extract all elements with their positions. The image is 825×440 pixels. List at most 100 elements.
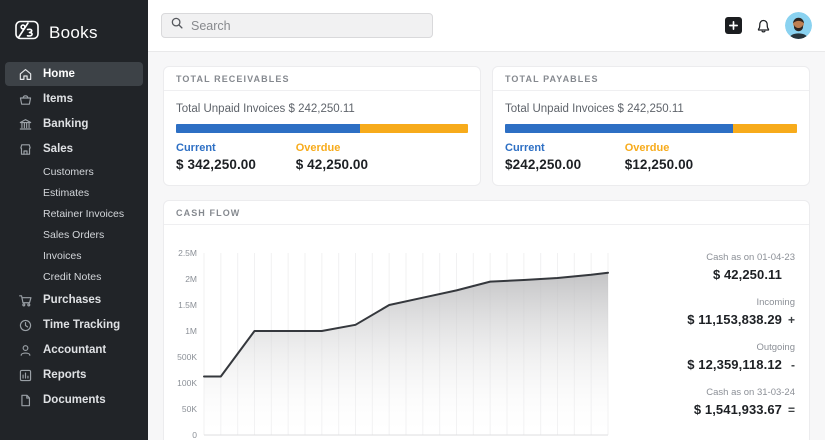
sidebar-nav: Home Items Banking Sales Customers Estimates R… [0,62,148,412]
quick-add-button[interactable] [725,17,742,34]
stat-operator: = [782,403,795,417]
bell-icon [755,17,772,34]
user-avatar[interactable] [785,12,812,39]
store-icon [17,142,33,157]
svg-text:2M: 2M [185,274,197,284]
sidebar-item-label: Credit Notes [43,271,101,283]
stat-label: Outgoing [756,342,795,353]
receivables-card-title: TOTAL RECEIVABLES [164,67,480,91]
receivables-current-label: Current [176,142,296,154]
total-payables-card: TOTAL PAYABLES Total Unpaid Invoices $ 2… [492,66,810,186]
svg-text:2.5M: 2.5M [178,248,197,258]
sidebar-item-credit-notes[interactable]: Credit Notes [0,267,148,288]
sidebar-item-accountant[interactable]: Accountant [5,338,143,362]
payables-current-segment [505,124,733,133]
stat-value: $ 11,153,838.29 [687,312,782,327]
app-logo[interactable]: Books [0,13,148,62]
sidebar-item-label: Home [43,68,75,80]
svg-text:500K: 500K [177,352,197,362]
svg-text:100K: 100K [177,378,197,388]
sidebar-item-label: Items [43,93,73,105]
receivables-overdue-segment [360,124,468,133]
payables-subtitle: Total Unpaid Invoices $ 242,250.11 [505,103,797,115]
sidebar-item-label: Customers [43,166,94,178]
payables-overdue-segment [733,124,797,133]
sidebar-item-time-tracking[interactable]: Time Tracking [5,313,143,337]
sidebar-item-label: Accountant [43,344,106,356]
sidebar-item-label: Documents [43,394,106,406]
person-icon [17,343,33,358]
dashboard-content: TOTAL RECEIVABLES Total Unpaid Invoices … [148,52,825,440]
sidebar-item-retainer-invoices[interactable]: Retainer Invoices [0,204,148,225]
sidebar-item-estimates[interactable]: Estimates [0,183,148,204]
sidebar-item-invoices[interactable]: Invoices [0,246,148,267]
cash-flow-stat-row: Cash as on 31-03-24 $ 1,541,933.67= [694,387,795,417]
sidebar-item-purchases[interactable]: Purchases [5,288,143,312]
stat-value: $ 1,541,933.67 [694,402,782,417]
receivables-overdue-value: $ 42,250.00 [296,157,368,172]
cash-flow-stat-row: Cash as on 01-04-23 $ 42,250.11 [706,252,795,282]
topbar-actions [725,12,812,39]
home-icon [17,67,33,82]
cash-flow-chart-wrap: 050K100K500K1M1.5M2M2.5MAPRMAYJUNJULAUGS… [164,225,613,440]
sidebar-item-sales[interactable]: Sales [5,137,143,161]
cart-icon [17,293,33,308]
cash-flow-stats: Cash as on 01-04-23 $ 42,250.11 Incoming $ … [613,225,809,440]
app-window: Books Home Items Banking Sales Customers Esti… [0,0,825,440]
notifications-button[interactable] [755,17,772,34]
plus-icon [728,20,739,31]
search-input[interactable] [191,19,424,33]
payables-overdue-label: Overdue [625,142,694,154]
svg-text:1.5M: 1.5M [178,300,197,310]
sidebar-item-home[interactable]: Home [5,62,143,86]
bank-icon [17,117,33,132]
sidebar-item-label: Retainer Invoices [43,208,124,220]
payables-overdue-value: $12,250.00 [625,157,694,172]
summary-cards-row: TOTAL RECEIVABLES Total Unpaid Invoices … [163,66,810,186]
payables-progress-bar [505,124,797,133]
sidebar-item-label: Invoices [43,250,82,262]
main-area: TOTAL RECEIVABLES Total Unpaid Invoices … [148,0,825,440]
sidebar-item-label: Purchases [43,294,101,306]
sidebar-item-label: Estimates [43,187,89,199]
sidebar-item-banking[interactable]: Banking [5,112,143,136]
receivables-subtitle: Total Unpaid Invoices $ 242,250.11 [176,103,468,115]
receivables-current-segment [176,124,360,133]
cash-flow-title: CASH FLOW [164,201,809,225]
sidebar-item-reports[interactable]: Reports [5,363,143,387]
stat-operator: - [782,358,795,372]
sidebar-item-documents[interactable]: Documents [5,388,143,412]
sidebar-item-sales-orders[interactable]: Sales Orders [0,225,148,246]
clock-icon [17,318,33,333]
receivables-overdue-label: Overdue [296,142,368,154]
stat-value: $ 42,250.11 [713,267,782,282]
svg-text:1M: 1M [185,326,197,336]
books-logo-icon [14,17,40,48]
chart-icon [17,368,33,383]
receivables-progress-bar [176,124,468,133]
document-icon [17,393,33,408]
search-icon [170,16,184,35]
sidebar-item-items[interactable]: Items [5,87,143,111]
basket-icon [17,92,33,107]
stat-label: Cash as on 01-04-23 [706,252,795,263]
topbar [148,0,825,52]
svg-text:50K: 50K [182,404,197,414]
sidebar-item-label: Banking [43,118,88,130]
search-box[interactable] [161,13,433,38]
cash-flow-stat-row: Incoming $ 11,153,838.29+ [687,297,795,327]
cash-flow-chart: 050K100K500K1M1.5M2M2.5MAPRMAYJUNJULAUGS… [168,239,613,440]
sidebar-item-label: Sales [43,143,73,155]
stat-operator: + [782,313,795,327]
sidebar-item-customers[interactable]: Customers [0,162,148,183]
receivables-current-value: $ 342,250.00 [176,157,296,172]
cash-flow-stat-row: Outgoing $ 12,359,118.12- [687,342,795,372]
svg-text:0: 0 [192,430,197,440]
stat-label: Cash as on 31-03-24 [706,387,795,398]
app-logo-label: Books [49,23,98,43]
total-receivables-card: TOTAL RECEIVABLES Total Unpaid Invoices … [163,66,481,186]
stat-label: Incoming [756,297,795,308]
payables-card-title: TOTAL PAYABLES [493,67,809,91]
stat-value: $ 12,359,118.12 [687,357,782,372]
cash-flow-card: CASH FLOW 050K100K500K1M1.5M2M2.5MAPRMAY… [163,200,810,440]
